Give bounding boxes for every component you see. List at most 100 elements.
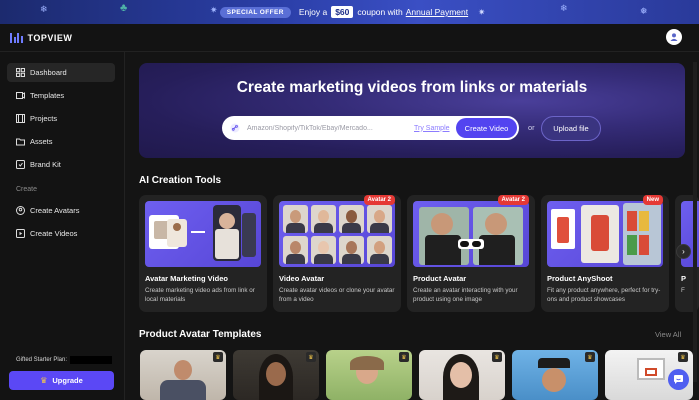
tool-card-description: Create an avatar interacting with your p… [413, 287, 518, 303]
tool-card-video-avatar[interactable]: Avatar 2 Video Avatar Create avatar vide… [273, 195, 401, 312]
tool-thumbnail [145, 201, 261, 267]
sidebar-item-label: Create Videos [30, 229, 78, 238]
page-scrollbar[interactable] [693, 62, 697, 382]
folder-icon [16, 137, 25, 146]
sparkle-icon: ✷ [478, 6, 486, 17]
link-icon [230, 123, 240, 133]
crown-icon: ♛ [306, 352, 316, 362]
grid-icon [16, 68, 25, 77]
sidebar-item-label: Assets [30, 137, 53, 146]
tool-thumbnail [547, 201, 663, 267]
avatar-face-tile [283, 236, 308, 264]
app-name: TOPVIEW [27, 32, 73, 43]
sidebar-item-templates[interactable]: Templates [7, 86, 115, 105]
snowflake-icon: ❅ [640, 6, 648, 16]
hero-panel: Create marketing videos from links or ma… [139, 63, 685, 158]
tool-card-title: P [681, 274, 687, 283]
sidebar-item-label: Dashboard [30, 68, 67, 77]
tool-card-product-anyshoot[interactable]: New Product AnyShoot Fit any product any… [541, 195, 669, 312]
crown-icon: ♛ [399, 352, 409, 362]
crown-icon: ♛ [492, 352, 502, 362]
play-icon [16, 229, 25, 238]
sidebar-item-label: Templates [30, 91, 65, 100]
avatar-face-tile [367, 205, 392, 233]
avatar-face-tile [311, 205, 336, 233]
crown-icon: ♛ [585, 352, 595, 362]
template-card[interactable]: ♛ [512, 350, 598, 400]
template-card[interactable]: ♛ [233, 350, 319, 400]
view-all-link[interactable]: View All [655, 330, 681, 339]
try-sample-link[interactable]: Try Sample [414, 125, 450, 132]
avatar-2-badge: Avatar 2 [497, 195, 529, 205]
annual-payment-link[interactable]: Annual Payment [406, 7, 468, 17]
tool-card-description: Create marketing video ads from link or … [145, 287, 255, 303]
tool-card-description: Create avatar videos or clone your avata… [279, 287, 395, 303]
tool-card-avatar-marketing-video[interactable]: Avatar Marketing Video Create marketing … [139, 195, 267, 312]
hero-title: Create marketing videos from links or ma… [236, 79, 588, 96]
upgrade-label: Upgrade [52, 376, 83, 385]
redacted-plan-value [70, 356, 113, 364]
sidebar-item-label: Projects [30, 114, 58, 123]
chat-icon [674, 375, 683, 384]
avatar-face-tile [339, 236, 364, 264]
template-card[interactable]: ♛ [419, 350, 505, 400]
sidebar-item-brand-kit[interactable]: Brand Kit [7, 155, 115, 174]
upload-file-button[interactable]: Upload file [541, 116, 601, 141]
logo-icon [10, 32, 23, 43]
tool-thumbnail [413, 201, 529, 267]
special-offer-badge: SPECIAL OFFER [219, 6, 291, 18]
avatar-face-tile [311, 236, 336, 264]
url-input-placeholder[interactable]: Amazon/Shopify/TikTok/Ebay/Mercado... [247, 125, 397, 132]
avatar-face-tile [367, 236, 392, 264]
tool-card-title: Video Avatar [279, 274, 325, 283]
crown-icon: ♛ [213, 352, 223, 362]
sidebar-section-create: Create [16, 186, 38, 193]
sparkle-icon: ✷ [210, 5, 218, 15]
chevron-right-icon: › [682, 247, 685, 256]
tool-card-product-avatar[interactable]: Avatar 2 Product Avatar Create an avatar… [407, 195, 535, 312]
sidebar-item-projects[interactable]: Projects [7, 109, 115, 128]
new-badge: New [642, 195, 663, 205]
user-avatar-button[interactable] [666, 29, 682, 45]
sidebar-item-dashboard[interactable]: Dashboard [7, 63, 115, 82]
top-bar: TOPVIEW [0, 24, 699, 52]
crown-icon: ♛ [678, 352, 688, 362]
avatar-icon [16, 206, 25, 215]
video-icon [16, 91, 25, 100]
carousel-next-button[interactable]: › [676, 244, 691, 259]
support-chat-button[interactable] [668, 369, 689, 390]
promo-banner[interactable]: ❄ ♣ ✷ SPECIAL OFFER Enjoy a $60 coupon w… [0, 0, 699, 24]
film-icon [16, 114, 25, 123]
snowflake-icon: ❄ [40, 4, 48, 14]
templates-section-title: Product Avatar Templates [139, 329, 262, 340]
template-card[interactable]: ♛ [326, 350, 412, 400]
banner-text-after: coupon with [357, 7, 403, 17]
template-card[interactable]: ♛ [140, 350, 226, 400]
brand-icon [16, 160, 25, 169]
avatar-face-tile [283, 205, 308, 233]
crown-icon: ♛ [40, 376, 48, 385]
tool-card-title: Product AnyShoot [547, 274, 613, 283]
tool-card-title: Avatar Marketing Video [145, 274, 228, 283]
tool-card-title: Product Avatar [413, 274, 467, 283]
tool-thumbnail [279, 201, 395, 267]
sidebar-item-label: Create Avatars [30, 206, 80, 215]
sidebar-item-assets[interactable]: Assets [7, 132, 115, 151]
app-logo[interactable]: TOPVIEW [10, 32, 73, 43]
avatar-face-tile [339, 205, 364, 233]
tree-icon: ♣ [120, 2, 128, 14]
sidebar: Dashboard Templates Projects Assets Bran… [0, 52, 125, 400]
plan-status: Gifted Starter Plan: [16, 356, 113, 364]
coupon-value: $60 [331, 6, 354, 18]
or-separator: or [528, 123, 535, 132]
create-video-button[interactable]: Create Video [456, 118, 517, 138]
sidebar-item-create-videos[interactable]: Create Videos [7, 224, 115, 243]
sidebar-item-label: Brand Kit [30, 160, 61, 169]
url-input-bar[interactable]: Amazon/Shopify/TikTok/Ebay/Mercado... Tr… [222, 116, 519, 140]
banner-text: Enjoy a [298, 7, 328, 17]
sidebar-item-create-avatars[interactable]: Create Avatars [7, 201, 115, 220]
tool-card-description: Fit any product anywhere, perfect for tr… [547, 287, 661, 303]
plan-label: Gifted Starter Plan: [16, 357, 68, 363]
avatar-2-badge: Avatar 2 [363, 195, 395, 205]
upgrade-button[interactable]: ♛ Upgrade [9, 371, 114, 390]
